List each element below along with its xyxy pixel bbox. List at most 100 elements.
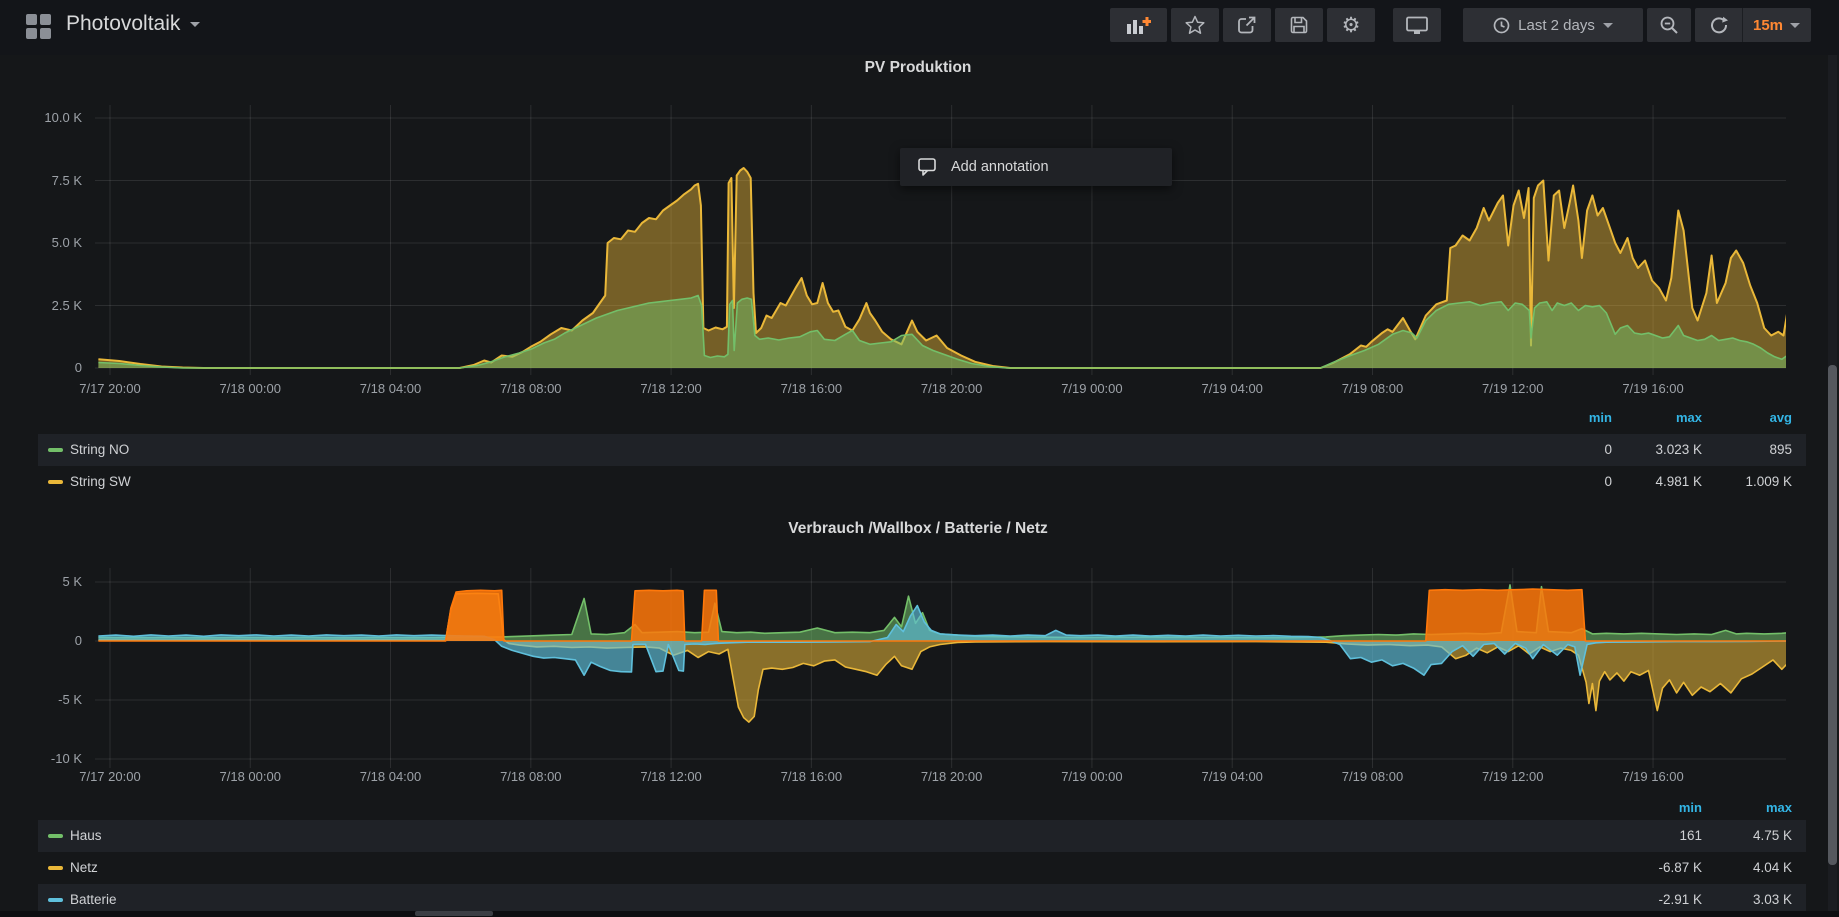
y-axis-tick-label: 10.0 K — [2, 110, 82, 125]
series-color-swatch[interactable] — [48, 898, 63, 902]
x-axis-tick-label: 7/19 16:00 — [1608, 381, 1698, 396]
stat-max: 4.981 K — [1612, 474, 1702, 489]
refresh-interval-dropdown[interactable]: 15m — [1742, 8, 1811, 42]
grafana-dashboard: Photovoltaik — [0, 0, 1839, 917]
panel-title-pv-produktion[interactable]: PV Produktion — [0, 59, 1836, 77]
series-color-swatch[interactable] — [48, 480, 63, 484]
series-label[interactable]: String SW — [70, 474, 131, 489]
x-axis-tick-label: 7/18 20:00 — [907, 769, 997, 784]
x-axis-tick-label: 7/19 12:00 — [1468, 381, 1558, 396]
dashboard-settings-button[interactable]: ⚙ — [1327, 8, 1375, 42]
horizontal-scrollbar-thumb[interactable] — [415, 911, 493, 916]
x-axis-tick-label: 7/19 00:00 — [1047, 769, 1137, 784]
stat-min: 0 — [1522, 442, 1612, 457]
pv-chart-plot-area[interactable] — [95, 105, 1786, 375]
x-axis-tick-label: 7/19 16:00 — [1608, 769, 1698, 784]
y-axis-tick-label: 0 — [2, 360, 82, 375]
share-dashboard-button[interactable] — [1223, 8, 1271, 42]
x-axis-tick-label: 7/19 08:00 — [1327, 381, 1417, 396]
gear-icon: ⚙ — [1342, 15, 1361, 36]
add-annotation-label: Add annotation — [951, 159, 1049, 175]
star-icon — [1185, 15, 1205, 35]
stat-min: -6.87 K — [1612, 860, 1702, 875]
legend-row-haus[interactable]: Haus 161 4.75 K — [38, 820, 1806, 852]
x-axis-tick-label: 7/18 00:00 — [205, 381, 295, 396]
chevron-down-icon — [1790, 23, 1800, 28]
verbrauch-legend-header: min max — [38, 796, 1806, 820]
save-icon — [1289, 15, 1309, 35]
x-axis-tick-label: 7/18 12:00 — [626, 769, 716, 784]
x-axis-tick-label: 7/18 16:00 — [766, 381, 856, 396]
stat-max: 4.75 K — [1702, 828, 1792, 843]
series-label[interactable]: Batterie — [70, 892, 117, 907]
dashboard-title: Photovoltaik — [66, 12, 180, 36]
legend-row-string-sw[interactable]: String SW 0 4.981 K 1.009 K — [38, 466, 1806, 498]
comment-bubble-icon — [918, 158, 937, 176]
x-axis-tick-label: 7/18 04:00 — [346, 769, 436, 784]
y-axis-tick-label: 5 K — [2, 574, 82, 589]
monitor-icon — [1406, 16, 1428, 35]
stat-max: 4.04 K — [1702, 860, 1792, 875]
x-axis-tick-label: 7/18 04:00 — [346, 381, 436, 396]
series-color-swatch[interactable] — [48, 866, 63, 870]
bar-chart-plus-icon — [1127, 17, 1151, 34]
chevron-down-icon — [1603, 23, 1613, 28]
y-axis-tick-label: 0 — [2, 633, 82, 648]
y-axis-tick-label: -5 K — [2, 692, 82, 707]
series-color-swatch[interactable] — [48, 834, 63, 838]
x-axis-tick-label: 7/18 16:00 — [766, 769, 856, 784]
x-axis-tick-label: 7/18 20:00 — [907, 381, 997, 396]
x-axis-tick-label: 7/19 04:00 — [1187, 769, 1277, 784]
stat-max: 3.03 K — [1702, 892, 1792, 907]
add-annotation-menu-item[interactable]: Add annotation — [900, 148, 1172, 186]
dashboard-title-dropdown[interactable]: Photovoltaik — [66, 12, 200, 36]
series-label[interactable]: Haus — [70, 828, 102, 843]
stat-min: 0 — [1522, 474, 1612, 489]
star-dashboard-button[interactable] — [1171, 8, 1219, 42]
refresh-picker: 15m — [1695, 8, 1811, 42]
legend-col-max[interactable]: max — [1612, 410, 1702, 425]
navbar-actions: ⚙ Last 2 days — [1106, 8, 1811, 42]
x-axis-tick-label: 7/17 20:00 — [65, 381, 155, 396]
apps-grid-icon[interactable] — [26, 14, 51, 39]
stat-max: 3.023 K — [1612, 442, 1702, 457]
zoom-out-time-button[interactable] — [1647, 8, 1691, 42]
legend-col-avg[interactable]: avg — [1702, 410, 1792, 425]
series-label[interactable]: Netz — [70, 860, 98, 875]
legend-col-max[interactable]: max — [1702, 800, 1792, 815]
x-axis-tick-label: 7/18 12:00 — [626, 381, 716, 396]
refresh-interval-label: 15m — [1753, 17, 1783, 34]
series-area-wallbox — [98, 589, 1786, 641]
series-label[interactable]: String NO — [70, 442, 129, 457]
x-axis-tick-label: 7/19 04:00 — [1187, 381, 1277, 396]
vertical-scrollbar-thumb[interactable] — [1828, 365, 1837, 865]
time-range-picker[interactable]: Last 2 days — [1463, 8, 1643, 42]
stat-min: -2.91 K — [1612, 892, 1702, 907]
x-axis-tick-label: 7/18 08:00 — [486, 381, 576, 396]
legend-col-min[interactable]: min — [1522, 410, 1612, 425]
stat-min: 161 — [1612, 828, 1702, 843]
x-axis-tick-label: 7/19 12:00 — [1468, 769, 1558, 784]
y-axis-tick-label: -10 K — [2, 751, 82, 766]
legend-row-string-no[interactable]: String NO 0 3.023 K 895 — [38, 434, 1806, 466]
refresh-icon — [1710, 16, 1728, 34]
panel-title-verbrauch[interactable]: Verbrauch /Wallbox / Batterie / Netz — [0, 520, 1836, 538]
legend-row-netz[interactable]: Netz -6.87 K 4.04 K — [38, 852, 1806, 884]
stat-avg: 895 — [1702, 442, 1792, 457]
refresh-button[interactable] — [1696, 8, 1742, 42]
pv-legend-header: min max avg — [38, 406, 1806, 430]
y-axis-tick-label: 7.5 K — [2, 173, 82, 188]
x-axis-tick-label: 7/18 08:00 — [486, 769, 576, 784]
legend-col-min[interactable]: min — [1612, 800, 1702, 815]
series-color-swatch[interactable] — [48, 448, 63, 452]
x-axis-tick-label: 7/19 00:00 — [1047, 381, 1137, 396]
add-panel-button[interactable] — [1110, 8, 1167, 42]
clock-icon — [1493, 17, 1510, 34]
x-axis-tick-label: 7/19 08:00 — [1327, 769, 1417, 784]
x-axis-tick-label: 7/17 20:00 — [65, 769, 155, 784]
verbrauch-chart-plot-area[interactable] — [95, 568, 1786, 768]
save-dashboard-button[interactable] — [1275, 8, 1323, 42]
horizontal-scrollbar-track — [0, 911, 1839, 917]
cycle-view-mode-button[interactable] — [1393, 8, 1441, 42]
chevron-down-icon — [190, 22, 200, 27]
